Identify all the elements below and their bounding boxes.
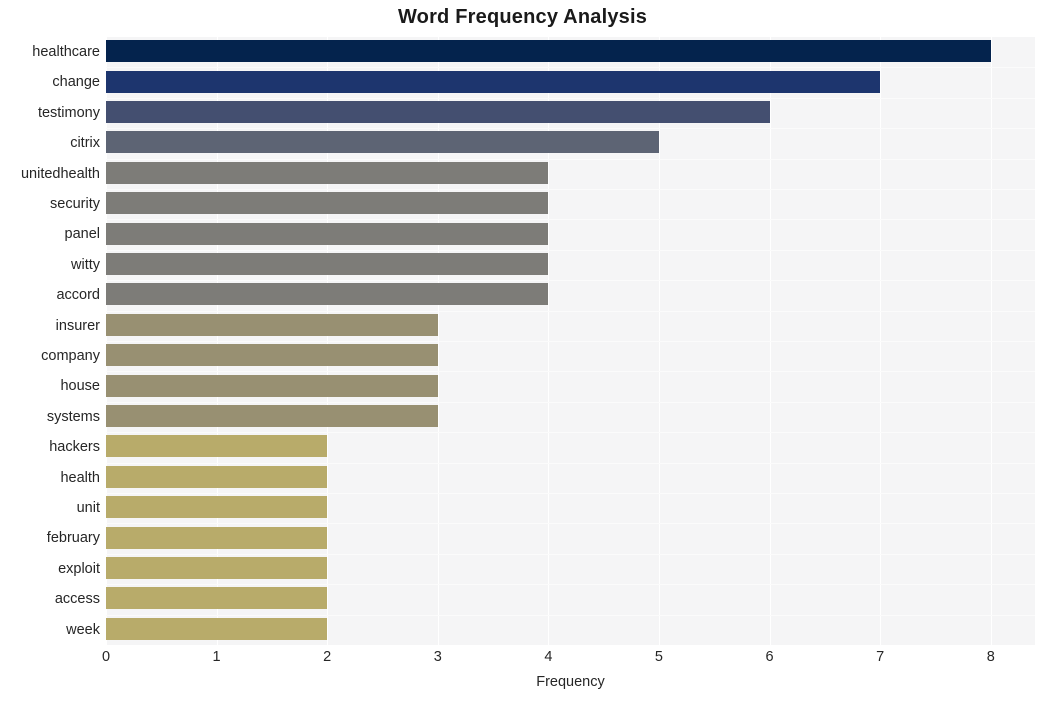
bar-row[interactable] bbox=[106, 402, 1035, 432]
bar-row[interactable] bbox=[106, 37, 1035, 67]
bar-row[interactable] bbox=[106, 98, 1035, 128]
bar-health[interactable] bbox=[106, 465, 328, 488]
y-tick-label-hackers: hackers bbox=[49, 439, 100, 456]
bar-change[interactable] bbox=[106, 70, 881, 93]
x-tick-label-8: 8 bbox=[986, 649, 995, 665]
x-tick-label-5: 5 bbox=[654, 649, 663, 665]
bar-row[interactable] bbox=[106, 584, 1035, 614]
chart-title: Word Frequency Analysis bbox=[397, 6, 648, 28]
y-tick-label-week: week bbox=[66, 621, 100, 638]
y-tick-label-panel: panel bbox=[64, 226, 100, 243]
x-tick-label-1: 1 bbox=[212, 649, 221, 665]
bar-unit[interactable] bbox=[106, 496, 328, 519]
x-tick-label-4: 4 bbox=[544, 649, 553, 665]
bar-exploit[interactable] bbox=[106, 556, 328, 579]
bar-row[interactable] bbox=[106, 67, 1035, 97]
y-tick-label-health: health bbox=[60, 469, 100, 486]
bar-house[interactable] bbox=[106, 374, 438, 397]
bar-insurer[interactable] bbox=[106, 313, 438, 336]
x-axis-tick-labels: 0 1 2 3 4 5 6 7 8 bbox=[102, 649, 1035, 673]
x-tick-label-6: 6 bbox=[765, 649, 774, 665]
x-tick-label-2: 2 bbox=[323, 649, 332, 665]
bar-february[interactable] bbox=[106, 526, 328, 549]
bar-row[interactable] bbox=[106, 311, 1035, 341]
y-tick-label-february: february bbox=[46, 530, 100, 547]
y-tick-label-healthcare: healthcare bbox=[32, 44, 100, 60]
y-tick-label-exploit: exploit bbox=[58, 560, 100, 577]
y-tick-label-house: house bbox=[60, 378, 100, 395]
y-tick-label-change: change bbox=[52, 74, 100, 91]
bar-citrix[interactable] bbox=[106, 131, 659, 154]
y-tick-label-witty: witty bbox=[71, 256, 100, 273]
bar-row[interactable] bbox=[106, 371, 1035, 401]
bar-row[interactable] bbox=[106, 341, 1035, 371]
y-tick-label-insurer: insurer bbox=[55, 317, 100, 334]
bar-access[interactable] bbox=[106, 587, 328, 610]
x-tick-label-0: 0 bbox=[101, 649, 111, 665]
bar-panel[interactable] bbox=[106, 222, 549, 245]
bar-healthcare[interactable] bbox=[106, 40, 991, 63]
bar-witty[interactable] bbox=[106, 252, 549, 275]
word-frequency-chart: Word Frequency Analysis healthcare change… bbox=[0, 0, 1045, 701]
x-tick-label-3: 3 bbox=[433, 649, 442, 665]
y-tick-label-testimony: testimony bbox=[37, 104, 100, 121]
bar-row[interactable] bbox=[106, 493, 1035, 523]
bar-row[interactable] bbox=[106, 463, 1035, 493]
bar-row[interactable] bbox=[106, 280, 1035, 310]
bar-systems[interactable] bbox=[106, 404, 438, 427]
bar-row[interactable] bbox=[106, 615, 1035, 645]
bar-row[interactable] bbox=[106, 128, 1035, 158]
bar-unitedhealth[interactable] bbox=[106, 161, 549, 184]
x-tick-label-7: 7 bbox=[876, 649, 885, 665]
bar-row[interactable] bbox=[106, 523, 1035, 553]
y-tick-label-access: access bbox=[54, 591, 100, 608]
y-tick-label-accord: accord bbox=[56, 287, 100, 304]
bar-row[interactable] bbox=[106, 250, 1035, 280]
bar-row[interactable] bbox=[106, 159, 1035, 189]
bars-layer bbox=[106, 37, 1035, 645]
x-axis-title: Frequency bbox=[536, 674, 605, 690]
y-tick-label-security: security bbox=[50, 196, 100, 212]
y-tick-label-unit: unit bbox=[76, 500, 100, 516]
bar-row[interactable] bbox=[106, 219, 1035, 249]
plot-area bbox=[106, 37, 1035, 645]
bar-row[interactable] bbox=[106, 554, 1035, 584]
bar-security[interactable] bbox=[106, 192, 549, 215]
bar-company[interactable] bbox=[106, 344, 438, 367]
bar-testimony[interactable] bbox=[106, 100, 770, 123]
y-tick-label-unitedhealth: unitedhealth bbox=[20, 165, 100, 182]
y-tick-label-citrix: citrix bbox=[70, 135, 100, 152]
bar-accord[interactable] bbox=[106, 283, 549, 306]
bar-row[interactable] bbox=[106, 432, 1035, 462]
y-tick-label-systems: systems bbox=[46, 408, 100, 425]
y-axis-tick-labels: healthcare change testimony citrix unitedhea… bbox=[0, 37, 100, 645]
bar-hackers[interactable] bbox=[106, 435, 328, 458]
bar-week[interactable] bbox=[106, 617, 328, 640]
y-tick-label-company: company bbox=[41, 348, 100, 364]
bar-row[interactable] bbox=[106, 189, 1035, 219]
